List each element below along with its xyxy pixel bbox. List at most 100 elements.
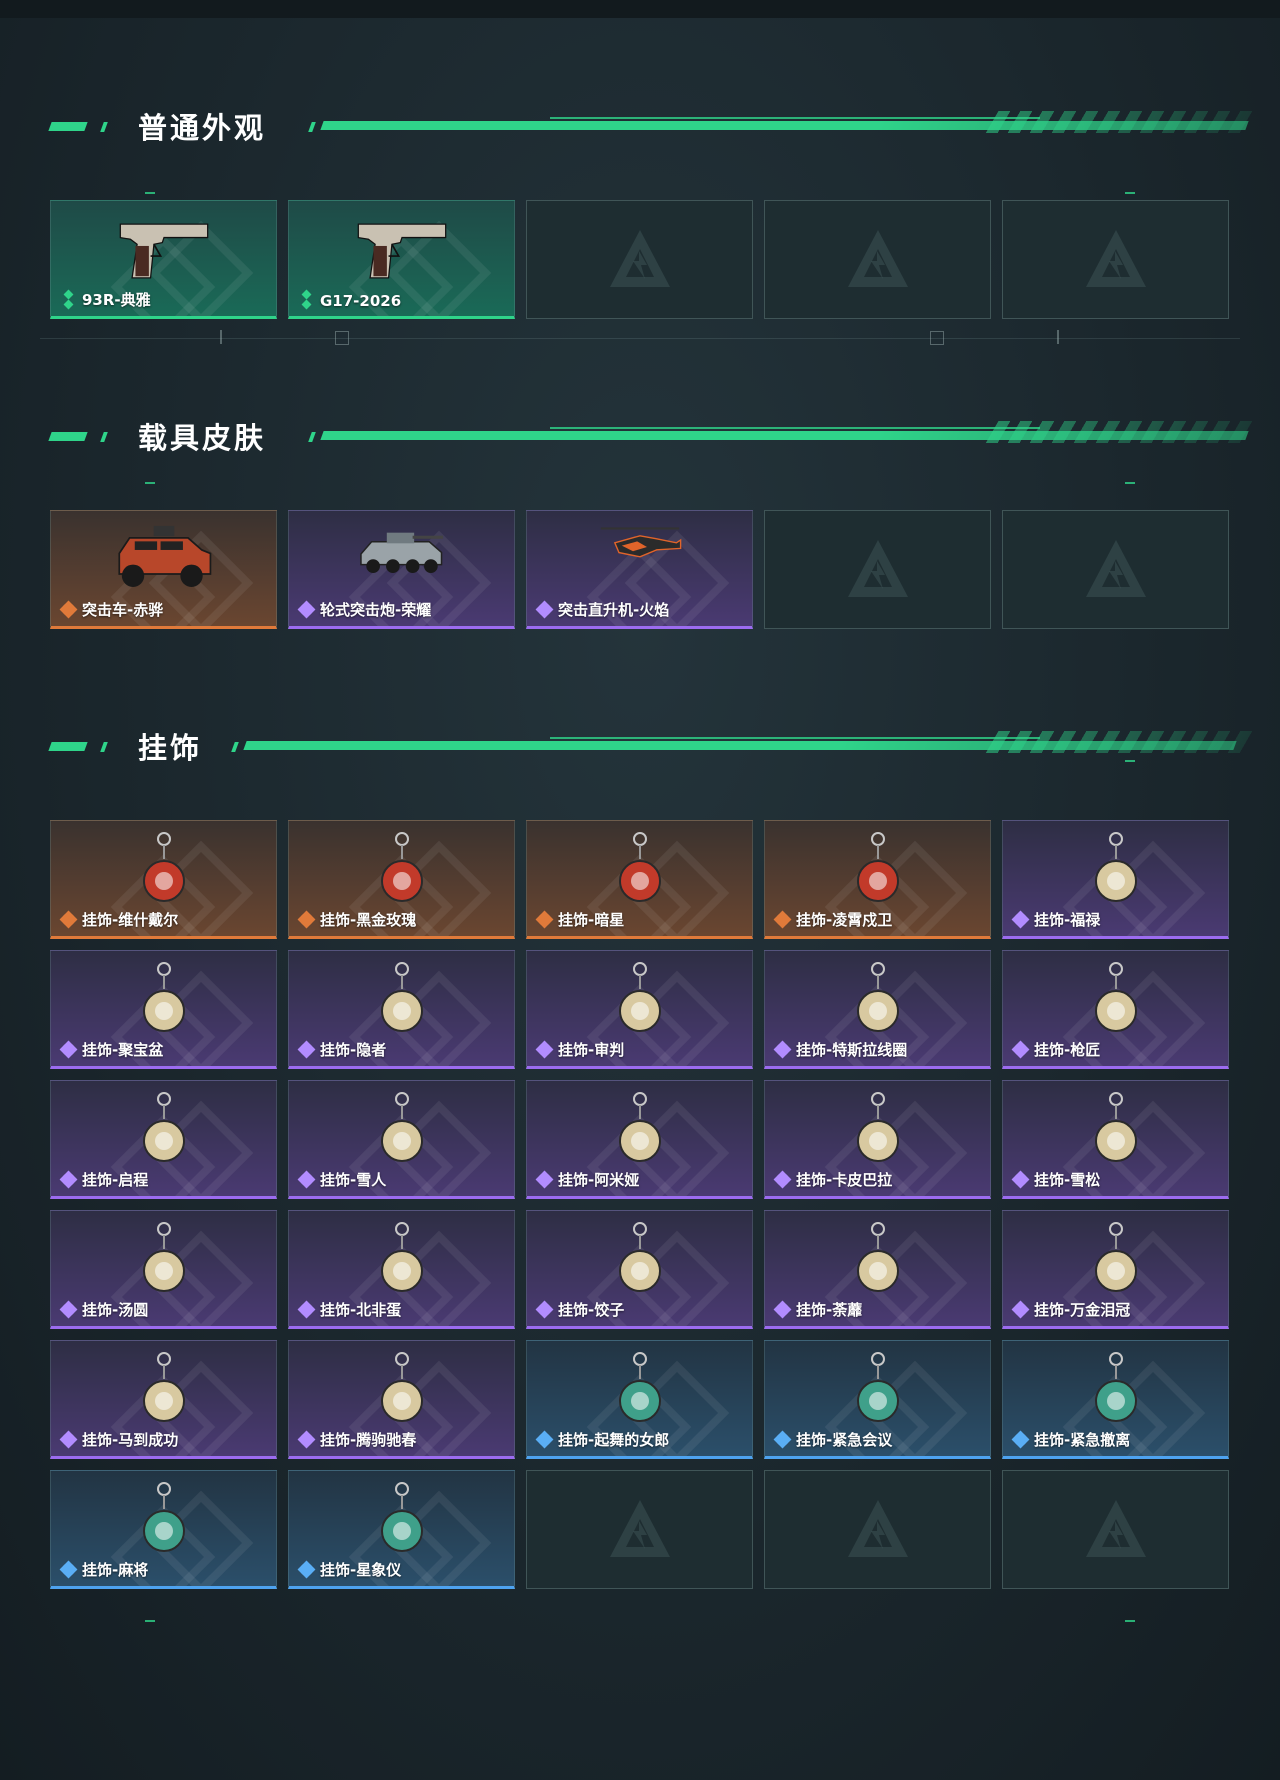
- item-name: 挂饰-麻将: [82, 1561, 149, 1579]
- corner-dash: [145, 1620, 155, 1622]
- item-name: 挂饰-起舞的女郎: [558, 1431, 670, 1449]
- rarity-diamond-icon: [773, 1430, 792, 1449]
- item-card[interactable]: 挂饰-枪匠: [1002, 950, 1229, 1069]
- divider-tick: [1057, 330, 1059, 344]
- charm-icon: [1094, 832, 1137, 902]
- header-thin-line: [550, 117, 1040, 119]
- rarity-diamond-icon: [535, 1430, 554, 1449]
- item-card[interactable]: 挂饰-暗星: [526, 820, 753, 939]
- item-card[interactable]: 挂饰-福禄: [1002, 820, 1229, 939]
- item-card[interactable]: 挂饰-维什戴尔: [50, 820, 277, 939]
- item-grid: 93R-典雅 G17-2026: [50, 200, 1229, 319]
- corner-dash: [145, 192, 155, 194]
- rarity-diamond-icon: [1011, 1300, 1030, 1319]
- item-card[interactable]: 挂饰-审判: [526, 950, 753, 1069]
- item-card[interactable]: 挂饰-腾驹驰春: [288, 1340, 515, 1459]
- rarity-diamond-icon: [535, 1300, 554, 1319]
- charm-icon: [142, 1092, 185, 1162]
- brand-watermark-icon: [609, 1499, 670, 1557]
- section-title: 挂饰: [138, 731, 203, 765]
- divider-box: [335, 331, 349, 345]
- item-name: 挂饰-聚宝盆: [82, 1041, 164, 1059]
- item-name: 挂饰-暗星: [558, 911, 625, 929]
- rarity-diamond-icon: [59, 910, 78, 929]
- item-name: 挂饰-马到成功: [82, 1431, 179, 1449]
- charm-icon: [856, 1222, 899, 1292]
- item-card[interactable]: 挂饰-启程: [50, 1080, 277, 1199]
- item-card[interactable]: G17-2026: [288, 200, 515, 319]
- item-card[interactable]: 挂饰-饺子: [526, 1210, 753, 1329]
- item-name: 挂饰-腾驹驰春: [320, 1431, 417, 1449]
- charm-icon: [618, 1222, 661, 1292]
- empty-slot: [1002, 200, 1229, 319]
- item-card[interactable]: 挂饰-起舞的女郎: [526, 1340, 753, 1459]
- item-card[interactable]: 挂饰-黑金玫瑰: [288, 820, 515, 939]
- item-name: G17-2026: [320, 292, 402, 310]
- section-header: 载具皮肤: [48, 415, 1259, 455]
- item-card[interactable]: 挂饰-聚宝盆: [50, 950, 277, 1069]
- rarity-diamond-icon: [297, 600, 316, 619]
- assault-vehicle-icon: [117, 525, 211, 587]
- item-card[interactable]: 挂饰-紧急撤离: [1002, 1340, 1229, 1459]
- pistol-icon: [357, 223, 446, 279]
- charm-icon: [142, 1482, 185, 1552]
- charm-icon: [380, 1352, 423, 1422]
- charm-icon: [618, 1092, 661, 1162]
- item-card[interactable]: 挂饰-北非蛋: [288, 1210, 515, 1329]
- rarity-diamond-icon: [299, 289, 315, 310]
- helicopter-icon: [600, 527, 681, 558]
- item-card[interactable]: 轮式突击炮-荣耀: [288, 510, 515, 629]
- rarity-diamond-icon: [297, 910, 316, 929]
- item-name: 挂饰-荼蘼: [796, 1301, 863, 1319]
- item-card[interactable]: 挂饰-雪人: [288, 1080, 515, 1199]
- header-checker-pattern: [985, 731, 1259, 753]
- charm-icon: [380, 832, 423, 902]
- item-card[interactable]: 挂饰-万金泪冠: [1002, 1210, 1229, 1329]
- item-card[interactable]: 挂饰-紧急会议: [764, 1340, 991, 1459]
- item-card[interactable]: 挂饰-麻将: [50, 1470, 277, 1589]
- item-card[interactable]: 挂饰-雪松: [1002, 1080, 1229, 1199]
- charm-icon: [380, 962, 423, 1032]
- item-name: 挂饰-北非蛋: [320, 1301, 402, 1319]
- item-card[interactable]: 挂饰-汤圆: [50, 1210, 277, 1329]
- item-name: 挂饰-启程: [82, 1171, 149, 1189]
- item-name: 突击直升机-火焰: [558, 601, 670, 619]
- item-card[interactable]: 93R-典雅: [50, 200, 277, 319]
- item-name: 挂饰-审判: [558, 1041, 625, 1059]
- charm-icon: [1094, 962, 1137, 1032]
- item-card[interactable]: 挂饰-隐者: [288, 950, 515, 1069]
- item-name: 挂饰-阿米娅: [558, 1171, 640, 1189]
- charm-icon: [856, 1352, 899, 1422]
- brand-watermark-icon: [847, 539, 908, 597]
- item-name: 挂饰-维什戴尔: [82, 911, 179, 929]
- header-thin-line: [550, 737, 1040, 739]
- brand-watermark-icon: [847, 1499, 908, 1557]
- rarity-diamond-icon: [535, 1040, 554, 1059]
- charm-icon: [1094, 1352, 1137, 1422]
- item-name: 挂饰-雪人: [320, 1171, 387, 1189]
- item-name: 挂饰-饺子: [558, 1301, 625, 1319]
- item-name: 挂饰-万金泪冠: [1034, 1301, 1131, 1319]
- brand-watermark-icon: [609, 229, 670, 287]
- item-card[interactable]: 突击车-赤骅: [50, 510, 277, 629]
- item-card[interactable]: 挂饰-马到成功: [50, 1340, 277, 1459]
- rarity-diamond-icon: [773, 1040, 792, 1059]
- corner-dash: [1125, 482, 1135, 484]
- item-card[interactable]: 挂饰-卡皮巴拉: [764, 1080, 991, 1199]
- item-name: 93R-典雅: [82, 291, 151, 309]
- rarity-diamond-icon: [1011, 1040, 1030, 1059]
- item-card[interactable]: 挂饰-特斯拉线圈: [764, 950, 991, 1069]
- rarity-diamond-icon: [59, 1430, 78, 1449]
- corner-dash: [145, 482, 155, 484]
- empty-slot: [764, 200, 991, 319]
- section-title: 普通外观: [138, 111, 267, 145]
- item-card[interactable]: 挂饰-凌霄戍卫: [764, 820, 991, 939]
- item-card[interactable]: 挂饰-荼蘼: [764, 1210, 991, 1329]
- section-title: 载具皮肤: [138, 421, 267, 455]
- item-card[interactable]: 突击直升机-火焰: [526, 510, 753, 629]
- divider-tick: [220, 330, 222, 344]
- header-accent-tick: [100, 432, 108, 442]
- item-card[interactable]: 挂饰-星象仪: [288, 1470, 515, 1589]
- rarity-diamond-icon: [1011, 1170, 1030, 1189]
- item-card[interactable]: 挂饰-阿米娅: [526, 1080, 753, 1199]
